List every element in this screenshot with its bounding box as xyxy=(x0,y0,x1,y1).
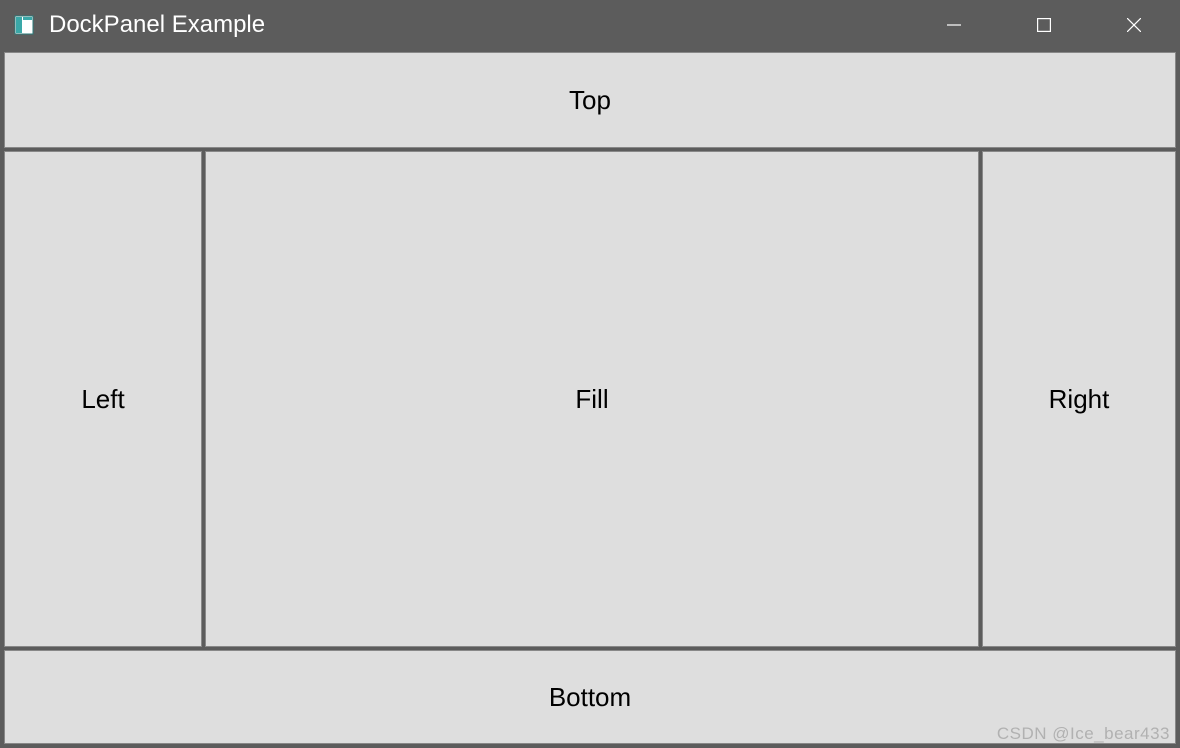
minimize-button[interactable] xyxy=(909,1,999,49)
dock-left-panel[interactable]: Left xyxy=(4,151,202,647)
dock-fill-panel[interactable]: Fill xyxy=(205,151,979,647)
window-controls xyxy=(909,1,1179,49)
dock-bottom-panel[interactable]: Bottom xyxy=(4,650,1176,744)
dock-panel: Top Left Fill Right Bottom xyxy=(1,49,1179,747)
window-title: DockPanel Example xyxy=(49,11,909,39)
dock-middle-row: Left Fill Right xyxy=(4,151,1176,647)
panel-label: Left xyxy=(81,384,124,415)
dock-top-panel[interactable]: Top xyxy=(4,52,1176,148)
titlebar[interactable]: DockPanel Example xyxy=(1,1,1179,49)
application-window: DockPanel Example Top xyxy=(0,0,1180,748)
app-icon xyxy=(13,14,35,36)
dock-right-panel[interactable]: Right xyxy=(982,151,1176,647)
close-button[interactable] xyxy=(1089,1,1179,49)
panel-label: Fill xyxy=(575,384,608,415)
maximize-button[interactable] xyxy=(999,1,1089,49)
panel-label: Right xyxy=(1049,384,1110,415)
panel-label: Top xyxy=(569,85,611,116)
panel-label: Bottom xyxy=(549,682,631,713)
